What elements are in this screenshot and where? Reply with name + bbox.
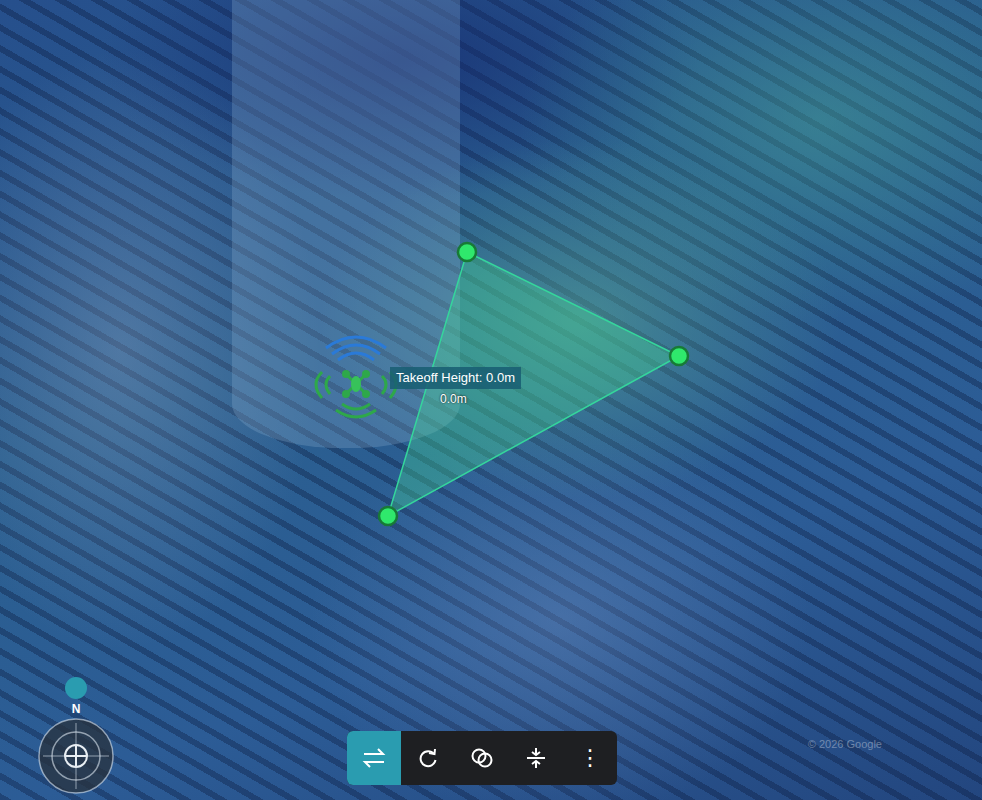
toolbar-button[interactable] — [347, 731, 401, 785]
toolbar-button[interactable] — [455, 731, 509, 785]
overlap-circles-icon — [470, 747, 494, 769]
map-toolbar: ⋮ — [347, 731, 617, 785]
vertex-handle[interactable] — [670, 347, 688, 365]
map-attribution: © 2026 Google — [808, 738, 882, 750]
toolbar-button[interactable] — [401, 731, 455, 785]
polygon-layer — [0, 0, 982, 800]
swap-arrows-icon — [361, 747, 387, 769]
survey-area[interactable] — [388, 252, 679, 516]
vertex-handle[interactable] — [379, 507, 397, 525]
toolbar-button[interactable]: ⋮ — [563, 731, 617, 785]
altitude-label: 0.0m — [440, 392, 467, 406]
compass[interactable]: N — [37, 677, 115, 795]
compress-icon — [525, 747, 547, 769]
north-label: N — [72, 701, 81, 717]
mission-map[interactable]: Takeoff Height: 0.0m 0.0m © 2026 Google N ⋮ — [0, 0, 982, 800]
rotate-icon — [417, 747, 439, 769]
north-indicator — [65, 677, 87, 699]
compass-icon[interactable] — [37, 717, 115, 795]
takeoff-height-label: Takeoff Height: 0.0m — [390, 367, 521, 389]
toolbar-button[interactable] — [509, 731, 563, 785]
vertex-handle[interactable] — [458, 243, 476, 261]
drone-icon[interactable] — [316, 337, 396, 417]
